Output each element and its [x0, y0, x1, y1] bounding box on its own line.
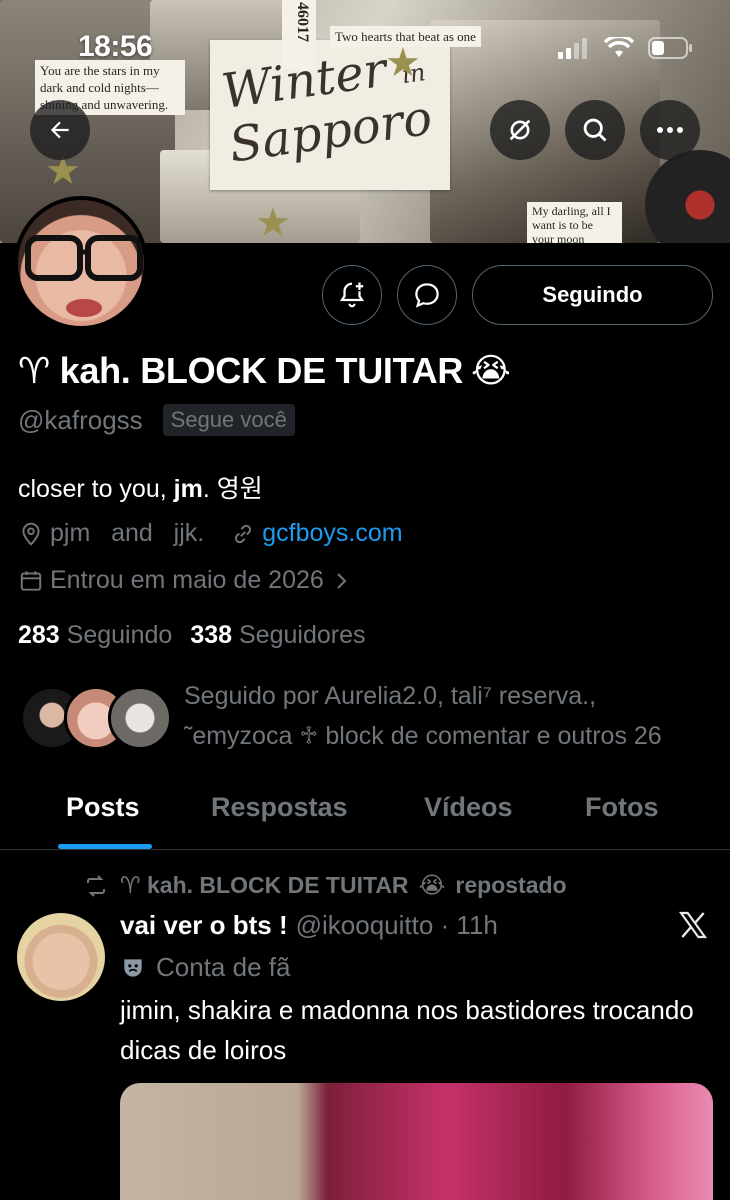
notification-add-icon — [339, 282, 365, 308]
handle-row: @kafrogss Segue você — [18, 404, 295, 436]
link-icon — [230, 521, 256, 547]
followed-by-line1: Seguido por Aurelia2.0, tali⁷ reserva., — [184, 682, 597, 710]
meta-row-location-link: pjm and jjk. gcfboys.com — [18, 519, 403, 548]
banner-star-icon: ★ — [385, 41, 421, 85]
tab-posts[interactable]: Posts — [66, 792, 140, 823]
display-name-emoji: 😭 — [471, 352, 511, 390]
tab-videos[interactable]: Vídeos — [424, 792, 513, 823]
signal-icon — [558, 38, 587, 59]
profile-avatar[interactable] — [14, 196, 148, 330]
location-icon — [18, 521, 44, 547]
status-icons — [558, 36, 694, 60]
chevron-right-icon — [332, 571, 350, 591]
more-button[interactable] — [640, 100, 700, 160]
search-button[interactable] — [565, 100, 625, 160]
bio-suffix-text: . 영원 — [202, 475, 263, 503]
post-author-name[interactable]: vai ver o bts ! — [120, 910, 288, 941]
message-icon — [415, 283, 439, 308]
banner-star-icon: ★ — [255, 201, 291, 243]
bio: closer to you, jm. 영원 — [18, 469, 263, 505]
repost-suffix: repostado — [455, 872, 567, 898]
theater-mask-icon — [124, 958, 142, 977]
location-text: pjm and jjk. — [50, 519, 205, 547]
wifi-icon — [604, 37, 634, 57]
back-button[interactable] — [30, 100, 90, 160]
user-handle: @kafrogss — [18, 404, 143, 435]
fan-account-label: Conta de fã — [120, 952, 290, 983]
meta-row-joined[interactable]: Entrou em maio de 2026 — [18, 566, 356, 595]
repost-icon — [87, 874, 105, 897]
display-name: ♈︎ kah. BLOCK DE TUITAR 😭 — [18, 350, 511, 392]
message-button[interactable] — [397, 265, 457, 325]
following-button[interactable]: Seguindo — [472, 265, 713, 325]
repost-emoji: 😭 — [418, 872, 446, 898]
joined-text: Entrou em maio de 2026 — [50, 566, 324, 594]
refresh-button[interactable] — [490, 100, 550, 160]
refresh-icon — [509, 119, 531, 141]
followers-count[interactable]: 338 Seguidores — [190, 621, 365, 650]
tab-photos[interactable]: Fotos — [585, 792, 659, 823]
notify-button[interactable] — [322, 265, 382, 325]
post-text: jimin, shakira e madonna nos bastidores … — [120, 995, 694, 1065]
follow-counts: 283 Seguindo 338 Seguidores — [18, 621, 365, 650]
mutual-avatar — [108, 686, 172, 750]
banner-note-bottom: My darling, all I want is to be your moo… — [527, 202, 622, 243]
x-logo-icon — [676, 909, 710, 946]
followed-by-text: Seguido por Aurelia2.0, tali⁷ reserva., … — [184, 676, 662, 756]
search-icon — [583, 118, 607, 142]
followed-by-line2: ˜emyzoca ♱ block de comentar e outros 26 — [184, 722, 662, 750]
profile-tabs: Posts Respostas Vídeos Fotos — [0, 770, 730, 850]
fan-label-text: Conta de fã — [156, 952, 291, 982]
following-count[interactable]: 283 Seguindo — [18, 621, 172, 650]
display-name-text: ♈︎ kah. BLOCK DE TUITAR — [18, 350, 464, 391]
back-arrow-icon — [50, 121, 69, 139]
post-media[interactable] — [120, 1083, 713, 1200]
avatar-glasses — [25, 235, 143, 317]
bio-bold-text: jm — [173, 475, 203, 503]
active-tab-indicator — [58, 844, 152, 849]
post-handle-time: @ikooquitto · 11h — [295, 910, 498, 940]
more-icon — [657, 127, 683, 133]
post-author-avatar[interactable] — [17, 913, 105, 1001]
post-header: vai ver o bts ! @ikooquitto · 11h — [120, 910, 498, 941]
bio-text: closer to you, — [18, 475, 174, 503]
tab-replies[interactable]: Respostas — [211, 792, 348, 823]
repost-indicator[interactable]: ♈︎ kah. BLOCK DE TUITAR 😭 repostado — [82, 872, 567, 899]
website-link[interactable]: gcfboys.com — [262, 519, 402, 548]
follows-you-badge: Segue você — [162, 404, 295, 436]
battery-icon — [648, 37, 692, 59]
banner-ticket: 46017 — [282, 0, 316, 70]
calendar-icon — [18, 568, 44, 594]
repost-user: ♈︎ kah. BLOCK DE TUITAR — [120, 872, 409, 898]
status-time: 18:56 — [78, 30, 153, 63]
